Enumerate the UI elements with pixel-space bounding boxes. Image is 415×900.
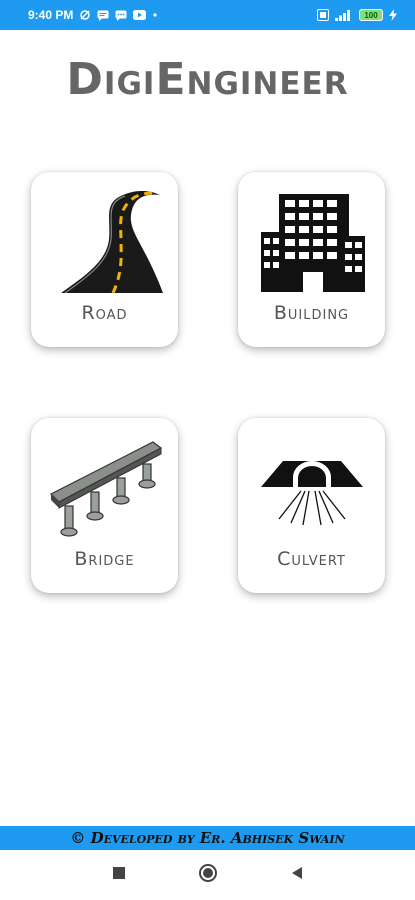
battery-icon: 100 [359, 9, 383, 21]
app-title: DigiEngineer [66, 54, 349, 105]
navigation-bar [0, 850, 415, 900]
chat-icon [115, 10, 127, 21]
road-card[interactable]: Road [31, 172, 178, 347]
culvert-icon [238, 426, 385, 544]
dot-icon [152, 12, 158, 18]
sync-icon [79, 9, 91, 21]
building-card[interactable]: Building [238, 172, 385, 347]
culvert-card[interactable]: Culvert [238, 418, 385, 593]
bridge-label: Bridge [74, 548, 135, 570]
status-bar: 9:40 PM 100 [0, 0, 415, 30]
message-icon [97, 10, 109, 21]
bridge-icon [31, 426, 178, 544]
circle-icon [198, 863, 217, 882]
triangle-back-icon [291, 866, 302, 879]
signal-icon [335, 9, 353, 21]
square-icon [112, 866, 125, 879]
bridge-card[interactable]: Bridge [31, 418, 178, 593]
data-icon [317, 9, 329, 21]
developer-credit: © Developed by Er. Abhisek Swain [0, 826, 415, 850]
back-button[interactable] [290, 865, 304, 886]
status-time: 9:40 PM [28, 8, 74, 22]
building-label: Building [273, 302, 350, 324]
charging-icon [389, 9, 397, 21]
culvert-label: Culvert [277, 548, 346, 570]
road-label: Road [81, 302, 128, 324]
youtube-icon [133, 10, 147, 20]
building-icon [238, 180, 385, 298]
home-button[interactable] [198, 863, 218, 888]
recents-button[interactable] [112, 866, 126, 885]
road-icon [31, 180, 178, 298]
